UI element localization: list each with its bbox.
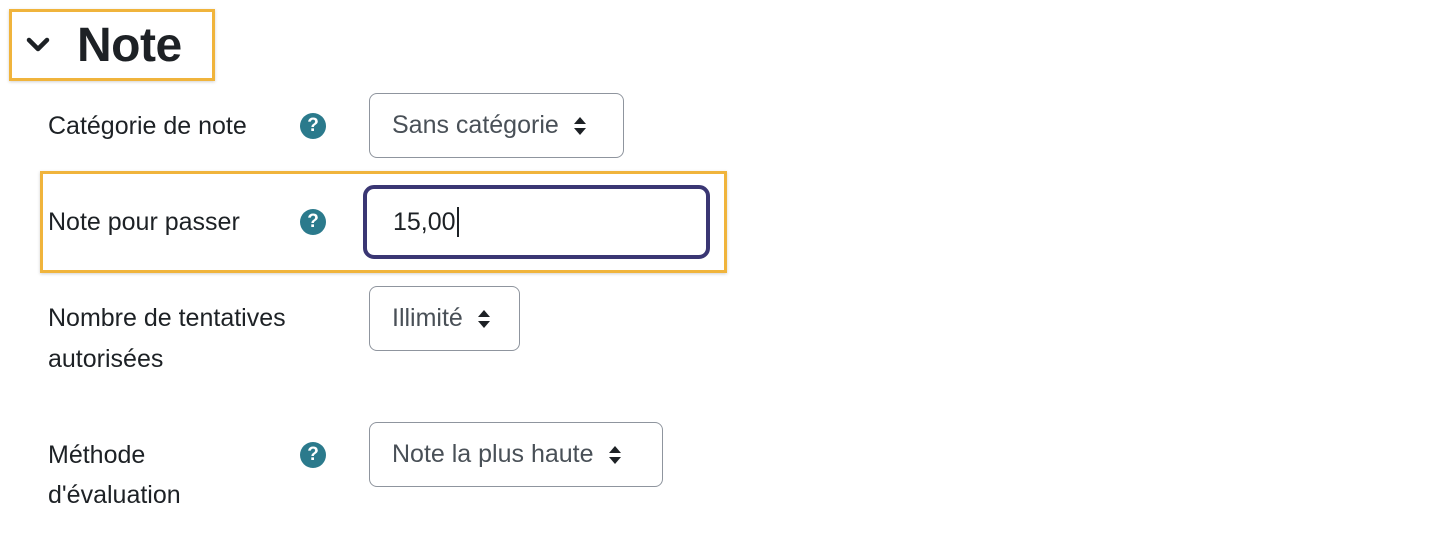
sort-arrows-icon [608, 445, 622, 465]
help-icon-glyph: ? [307, 444, 319, 465]
grading-method-select[interactable]: Note la plus haute [369, 422, 663, 487]
grade-category-select[interactable]: Sans catégorie [369, 93, 624, 158]
sort-arrows-icon [573, 116, 587, 136]
attempts-select-value: Illimité [392, 304, 463, 332]
sort-arrows-icon [477, 309, 491, 329]
section-title: Note [77, 19, 182, 72]
grading-method-label-line1: Méthode [48, 441, 146, 469]
grade-to-pass-input[interactable]: 15,00 [363, 185, 710, 259]
grading-method-label-line2: d'évaluation [48, 481, 181, 509]
attempts-select[interactable]: Illimité [369, 286, 520, 351]
help-icon[interactable]: ? [300, 209, 326, 235]
grade-to-pass-input-value: 15,00 [393, 207, 456, 236]
attempts-label-line2: autorisées [48, 345, 164, 373]
chevron-down-icon[interactable] [23, 30, 53, 60]
help-icon[interactable]: ? [300, 442, 326, 468]
help-icon[interactable]: ? [300, 113, 326, 139]
help-icon-glyph: ? [307, 115, 319, 136]
help-icon-glyph: ? [307, 211, 319, 232]
attempts-label-line1: Nombre de tentatives [48, 304, 286, 332]
grade-category-label: Catégorie de note [48, 112, 247, 140]
grading-method-select-value: Note la plus haute [392, 440, 594, 468]
section-header-highlight: Note [9, 9, 215, 81]
text-cursor [456, 207, 459, 237]
grade-category-select-value: Sans catégorie [392, 111, 559, 139]
grade-to-pass-label: Note pour passer [48, 208, 240, 236]
